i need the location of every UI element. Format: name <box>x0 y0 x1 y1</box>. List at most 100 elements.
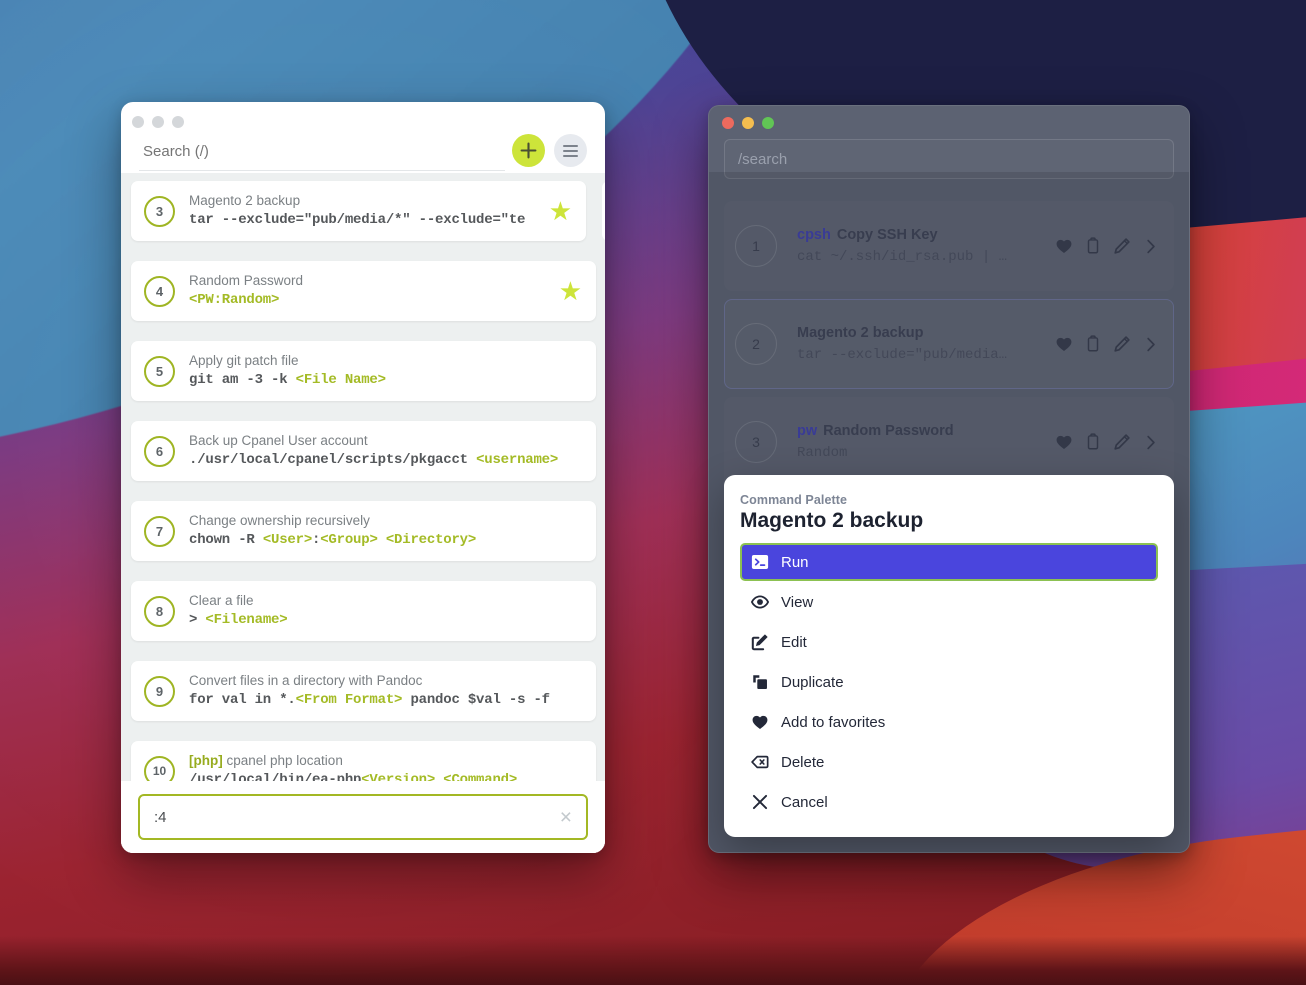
snippet-row[interactable]: 4 Random Password <PW:Random> ★ <box>121 261 605 331</box>
command-text: ./usr/local/cpanel/scripts/pkgacct <box>189 451 477 468</box>
snippet-row[interactable]: 9 Convert files in a directory with Pando… <box>121 661 605 731</box>
command-placeholder: <Filename> <box>205 611 288 628</box>
snippet-text: Clear a file > <Filename> <box>189 592 582 629</box>
snippet-text: Back up Cpanel User account ./usr/local/c… <box>189 432 582 469</box>
zoom-icon[interactable] <box>172 116 184 128</box>
right-search-placeholder: /search <box>738 150 788 168</box>
snippet-text: Change ownership recursively chown -R <Us… <box>189 512 582 549</box>
command-text: git am -3 -k <box>189 371 296 388</box>
snippet-index-badge: 6 <box>144 435 175 467</box>
eye-icon <box>743 593 777 611</box>
snippet-row[interactable]: 8 Clear a file > <Filename> <box>121 581 605 651</box>
command-text <box>378 532 386 548</box>
snippet-index-badge: 9 <box>144 675 175 707</box>
snippet-title: Clear a file <box>189 593 254 609</box>
snippet-row[interactable]: 7 Change ownership recursively chown -R <U… <box>121 501 605 571</box>
command-palette-item-view[interactable]: View <box>740 585 1158 619</box>
favorite-star-icon[interactable]: ★ <box>549 198 572 224</box>
snippet-title: Random Password <box>189 273 304 289</box>
snippet-row[interactable]: 5 Apply git patch file git am -3 -k <File … <box>121 341 605 411</box>
snippet-card[interactable]: 4 Random Password <PW:Random> ★ <box>131 261 596 321</box>
snippet-title: Apply git patch file <box>189 353 299 369</box>
snippet-title: Back up Cpanel User account <box>189 433 368 449</box>
command-input-wrapper[interactable]: × <box>138 794 588 840</box>
snippets-list-window: 3 Magento 2 backup tar --exclude="pub/medi… <box>121 102 605 853</box>
command-bar-footer: × <box>121 781 605 853</box>
snippet-index-badge: 5 <box>144 355 175 387</box>
command-palette-item-label: Add to favorites <box>781 713 886 731</box>
snippet-card[interactable]: 6 Back up Cpanel User account ./usr/local/… <box>131 421 596 481</box>
command-text: : <box>312 531 321 548</box>
left-window-search-bar <box>121 128 605 173</box>
heart-icon <box>743 713 777 731</box>
terminal-icon <box>743 553 777 571</box>
command-placeholder: <Group> <box>320 531 378 548</box>
command-palette-item-edit[interactable]: Edit <box>740 625 1158 659</box>
snippet-command: <PW:Random> <box>189 291 555 310</box>
snippet-index-badge: 4 <box>144 275 175 307</box>
command-palette-item-cancel[interactable]: Cancel <box>740 785 1158 819</box>
favorite-star-icon[interactable]: ★ <box>559 278 582 304</box>
snippet-index-badge: 8 <box>144 595 175 627</box>
command-palette-item-duplicate[interactable]: Duplicate <box>740 665 1158 699</box>
snippet-command: git am -3 -k <File Name> <box>189 371 582 390</box>
command-palette-dialog: Command Palette Magento 2 backup Run View… <box>724 475 1174 837</box>
command-palette-title: Magento 2 backup <box>740 509 924 532</box>
minimize-icon[interactable] <box>742 117 754 129</box>
snippet-text: Convert files in a directory with Pandoc… <box>189 672 582 709</box>
command-text: pandoc $val -s -f <box>402 691 550 708</box>
command-palette-item-delete[interactable]: Delete <box>740 745 1158 779</box>
command-input[interactable] <box>154 808 560 826</box>
snippet-command: tar --exclude="pub/media/*" --exclude="t… <box>189 211 545 230</box>
command-text: tar --exclude="pub/media/*" --exclude="t… <box>189 211 526 228</box>
close-icon[interactable] <box>132 116 144 128</box>
hamburger-line <box>563 149 578 152</box>
hamburger-menu-button[interactable] <box>554 134 587 167</box>
snippet-text: Magento 2 backup tar --exclude="pub/media… <box>189 192 545 229</box>
snippet-card-peek[interactable] <box>602 181 605 241</box>
command-palette-item-add-to-favorites[interactable]: Add to favorites <box>740 705 1158 739</box>
minimize-icon[interactable] <box>152 116 164 128</box>
zoom-icon[interactable] <box>762 117 774 129</box>
command-palette-item-label: Edit <box>781 633 807 651</box>
snippet-card[interactable]: 3 Magento 2 backup tar --exclude="pub/medi… <box>131 181 586 241</box>
snippet-row[interactable]: 6 Back up Cpanel User account ./usr/local/… <box>121 421 605 491</box>
snippet-command: > <Filename> <box>189 611 582 630</box>
command-text: chown -R <box>189 531 263 548</box>
command-palette-item-label: Delete <box>781 753 825 771</box>
snippet-card[interactable]: 8 Clear a file > <Filename> <box>131 581 596 641</box>
snippet-title: Convert files in a directory with Pandoc <box>189 673 423 689</box>
close-icon[interactable] <box>722 117 734 129</box>
search-underline <box>139 170 505 171</box>
command-placeholder: <username> <box>476 451 559 468</box>
search-input[interactable] <box>139 135 512 172</box>
command-palette-item-label: View <box>781 593 814 611</box>
close-x-icon <box>743 793 777 811</box>
snippet-text: Apply git patch file git am -3 -k <File N… <box>189 352 582 389</box>
duplicate-icon <box>743 673 777 691</box>
command-placeholder: <Directory> <box>385 531 477 548</box>
command-placeholder: <File Name> <box>295 371 386 388</box>
command-palette-items: Run View Edit Duplicate Add to favorites Dele… <box>740 543 1158 819</box>
snippet-list[interactable]: 3 Magento 2 backup tar --exclude="pub/medi… <box>121 173 605 853</box>
snippet-card[interactable]: 5 Apply git patch file git am -3 -k <File … <box>131 341 596 401</box>
delete-icon <box>743 753 777 771</box>
hamburger-line <box>563 144 578 147</box>
snippet-row[interactable]: 3 Magento 2 backup tar --exclude="pub/medi… <box>121 181 605 251</box>
snippet-command: ./usr/local/cpanel/scripts/pkgacct <user… <box>189 451 582 470</box>
clear-icon[interactable]: × <box>560 807 572 828</box>
snippet-card[interactable]: 7 Change ownership recursively chown -R <U… <box>131 501 596 561</box>
left-window-traffic-lights <box>121 102 605 128</box>
snippet-command: chown -R <User>:<Group> <Directory> <box>189 531 582 550</box>
snippet-command: for val in *.<From Format> pandoc $val -… <box>189 691 582 710</box>
command-placeholder: <User> <box>262 531 313 548</box>
command-palette-item-label: Cancel <box>781 793 828 811</box>
command-palette-item-label: Duplicate <box>781 673 844 691</box>
command-palette-item-run[interactable]: Run <box>740 543 1158 581</box>
left-window-actions <box>512 134 587 173</box>
snippet-card[interactable]: 9 Convert files in a directory with Pando… <box>131 661 596 721</box>
add-snippet-button[interactable] <box>512 134 545 167</box>
command-palette-label: Command Palette <box>740 493 848 507</box>
snippet-text: Random Password <PW:Random> <box>189 272 555 309</box>
command-text: for val in *. <box>189 691 296 708</box>
